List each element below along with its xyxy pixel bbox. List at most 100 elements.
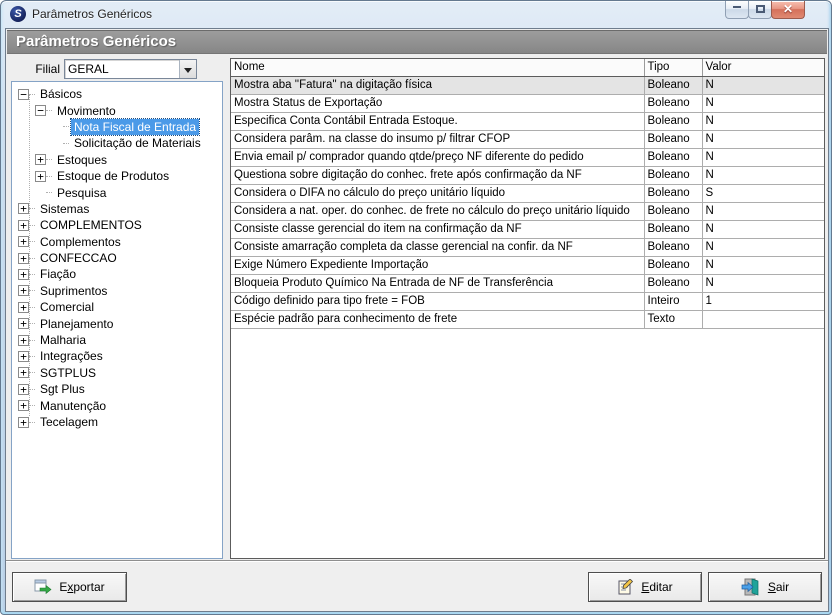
expand-icon[interactable]: + <box>18 269 29 280</box>
table-row[interactable]: Considera a nat. oper. do conhec. de fre… <box>231 202 824 220</box>
table-row[interactable]: Mostra aba ''Fatura'' na digitação físic… <box>231 76 824 94</box>
sair-button[interactable]: Sair <box>708 572 822 602</box>
parameter-grid: Nome Tipo Valor Mostra aba ''Fatura'' na… <box>230 58 825 559</box>
table-row[interactable]: Espécie padrão para conhecimento de fret… <box>231 310 824 328</box>
expand-icon[interactable]: + <box>18 351 29 362</box>
expand-icon[interactable]: + <box>18 417 29 428</box>
tree-item-label[interactable]: Fiação <box>37 266 79 282</box>
tree-item-label[interactable]: Complementos <box>37 234 124 250</box>
tree-item-label[interactable]: CONFECCAO <box>37 250 120 266</box>
expand-icon[interactable]: + <box>18 253 29 264</box>
table-row[interactable]: Consiste amarração completa da classe ge… <box>231 238 824 256</box>
tree-connector-stub <box>29 307 35 308</box>
tree-item[interactable]: + Manutenção <box>14 397 220 413</box>
tree-item-label[interactable]: Sistemas <box>37 201 92 217</box>
cell-valor: N <box>702 94 824 112</box>
tree-item[interactable]: + Sgt Plus <box>14 381 220 397</box>
tree-connector-stub <box>29 389 35 390</box>
tree-item-label[interactable]: Suprimentos <box>37 283 110 299</box>
tree-item-label[interactable]: Tecelagem <box>37 414 101 430</box>
expand-icon[interactable]: + <box>18 302 29 313</box>
expand-icon[interactable]: + <box>18 400 29 411</box>
tree-item[interactable]: + Complementos <box>14 234 220 250</box>
tree-item[interactable]: + Integrações <box>14 348 220 364</box>
expand-icon[interactable]: + <box>18 318 29 329</box>
tree-item[interactable]: + Comercial <box>14 299 220 315</box>
table-row[interactable]: Consiste classe gerencial do item na con… <box>231 220 824 238</box>
table-row[interactable]: Mostra Status de ExportaçãoBoleanoN <box>231 94 824 112</box>
cell-valor: N <box>702 76 824 94</box>
tree-item-label[interactable]: Movimento <box>54 103 119 119</box>
filial-label: Filial <box>20 62 60 76</box>
tree-item[interactable]: + Planejamento <box>14 315 220 331</box>
table-row[interactable]: Especifica Conta Contábil Entrada Estoqu… <box>231 112 824 130</box>
tree-item-label[interactable]: Planejamento <box>37 316 116 332</box>
tree-item-label[interactable]: Sgt Plus <box>37 381 88 397</box>
tree-item-label[interactable]: Malharia <box>37 332 89 348</box>
tree-item-label[interactable]: Integrações <box>37 348 106 364</box>
collapse-icon[interactable]: − <box>35 105 46 116</box>
table-row[interactable]: Exige Número Expediente ImportaçãoBolean… <box>231 256 824 274</box>
table-row[interactable]: Considera o DIFA no cálculo do preço uni… <box>231 184 824 202</box>
tree-item[interactable]: Pesquisa <box>14 184 220 200</box>
maximize-button[interactable] <box>748 1 772 19</box>
editar-label: Editar <box>641 580 672 594</box>
table-row[interactable]: Envia email p/ comprador quando qtde/pre… <box>231 148 824 166</box>
collapse-icon[interactable]: − <box>18 89 29 100</box>
tree-item[interactable]: + SGTPLUS <box>14 365 220 381</box>
tree-item[interactable]: + Suprimentos <box>14 283 220 299</box>
table-row[interactable]: Considera parâm. na classe do insumo p/ … <box>231 130 824 148</box>
tree-item-label[interactable]: Manutenção <box>37 398 109 414</box>
editar-button[interactable]: Editar <box>588 572 702 602</box>
tree-item[interactable]: + Estoque de Produtos <box>14 168 220 184</box>
table-row[interactable]: Código definido para tipo frete = FOBInt… <box>231 292 824 310</box>
tree-item-label[interactable]: Básicos <box>37 86 85 102</box>
close-button[interactable]: ✕ <box>771 1 805 19</box>
filial-dropdown-button[interactable] <box>179 60 196 78</box>
cell-tipo: Boleano <box>644 238 702 256</box>
minimize-button[interactable] <box>725 1 749 19</box>
tree-item-label[interactable]: COMPLEMENTOS <box>37 217 145 233</box>
tree-item-label[interactable]: SGTPLUS <box>37 365 99 381</box>
table-row[interactable]: Bloqueia Produto Químico Na Entrada de N… <box>231 274 824 292</box>
tree-connector-stub <box>29 94 35 95</box>
tree-item[interactable]: + Tecelagem <box>14 414 220 430</box>
tree-item-label[interactable]: Comercial <box>37 299 97 315</box>
cell-tipo: Boleano <box>644 130 702 148</box>
expand-icon[interactable]: + <box>18 367 29 378</box>
tree-item[interactable]: −Básicos <box>14 86 220 102</box>
tree-item[interactable]: Nota Fiscal de Entrada <box>14 119 220 135</box>
expand-icon[interactable]: + <box>18 384 29 395</box>
tree-connector-stub <box>29 372 35 373</box>
cell-valor <box>702 310 824 328</box>
expand-icon[interactable]: + <box>35 171 46 182</box>
tree-item-label[interactable]: Nota Fiscal de Entrada <box>71 119 199 135</box>
expand-icon[interactable]: + <box>18 236 29 247</box>
title-bar[interactable]: S Parâmetros Genéricos ✕ <box>1 1 831 28</box>
tree-item[interactable]: Solicitação de Materiais <box>14 135 220 151</box>
expand-icon[interactable]: + <box>18 220 29 231</box>
table-row[interactable]: Questiona sobre digitação do conhec. fre… <box>231 166 824 184</box>
filial-select[interactable]: GERAL <box>64 59 197 79</box>
cell-tipo: Boleano <box>644 202 702 220</box>
tree-item[interactable]: + Sistemas <box>14 201 220 217</box>
tree-item[interactable]: + Malharia <box>14 332 220 348</box>
expand-icon[interactable]: + <box>18 285 29 296</box>
expand-icon[interactable]: + <box>18 203 29 214</box>
tree-item[interactable]: + COMPLEMENTOS <box>14 217 220 233</box>
expand-icon[interactable]: + <box>35 154 46 165</box>
expand-icon[interactable]: + <box>18 335 29 346</box>
tree-item[interactable]: −Movimento <box>14 102 220 118</box>
tree-item-label[interactable]: Estoque de Produtos <box>54 168 172 184</box>
exportar-button[interactable]: Exportar <box>12 572 127 602</box>
tree-item[interactable]: + Estoques <box>14 152 220 168</box>
tree-item-label[interactable]: Solicitação de Materiais <box>71 135 204 151</box>
tree-item[interactable]: + CONFECCAO <box>14 250 220 266</box>
parameter-tree: −Básicos−MovimentoNota Fiscal de Entrada… <box>11 81 223 559</box>
cell-nome: Mostra aba ''Fatura'' na digitação físic… <box>231 76 644 94</box>
bottom-bar: Exportar Editar Sair <box>6 562 828 611</box>
cell-tipo: Texto <box>644 310 702 328</box>
tree-item[interactable]: + Fiação <box>14 266 220 282</box>
tree-item-label[interactable]: Pesquisa <box>54 185 109 201</box>
tree-item-label[interactable]: Estoques <box>54 152 110 168</box>
